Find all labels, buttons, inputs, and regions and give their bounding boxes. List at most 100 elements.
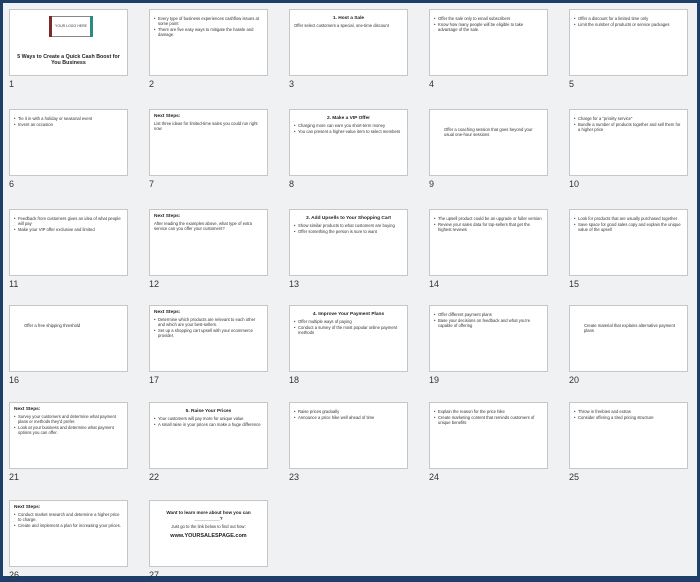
- slide-thumbnail[interactable]: YOUR LOGO HERE 5 Ways to Create a Quick C…: [9, 9, 128, 76]
- slide-thumbnail-cell[interactable]: Next Steps: After reading the examples ab…: [149, 209, 270, 291]
- slide-thumbnail[interactable]: Offer a coaching session that goes beyon…: [429, 109, 548, 176]
- slide-thumbnail-cell[interactable]: 1. Host a Sale Offer select customers a s…: [289, 9, 410, 91]
- slide-body: List three ideas for limited-time sales …: [154, 121, 263, 131]
- slide-thumbnail-cell[interactable]: Next Steps: Survey your customers and det…: [9, 402, 130, 484]
- slide-thumbnail-cell[interactable]: YOUR LOGO HERE 5 Ways to Create a Quick C…: [9, 9, 130, 91]
- slide-bullet: Offer something the person is sure to wa…: [294, 229, 403, 234]
- slide-bullet: Set up a shopping cart upsell with your …: [154, 328, 263, 338]
- slide-thumbnail[interactable]: Next Steps: List three ideas for limited-…: [149, 109, 268, 176]
- slide-number: 18: [289, 375, 300, 385]
- slide-thumbnail[interactable]: Tie it in with a holiday or seasonal eve…: [9, 109, 128, 176]
- slide-thumbnail-cell[interactable]: Charge for a "priority service"Bundle a …: [569, 109, 690, 191]
- slide-thumbnail-cell[interactable]: Offer a coaching session that goes beyon…: [429, 109, 550, 191]
- slide-thumbnail[interactable]: Every type of business experiences cashf…: [149, 9, 268, 76]
- slide-body: Offer a discount for a limited time only…: [574, 16, 683, 27]
- slide-thumbnail-cell[interactable]: Offer different payment plansBase your d…: [429, 305, 550, 387]
- slide-bullet: Offer a discount for a limited time only: [574, 16, 683, 21]
- slide-thumbnail[interactable]: 5. Raise Your Prices Your customers will …: [149, 402, 268, 469]
- slide-bullet: The upsell product could be an upgrade o…: [434, 216, 543, 221]
- slide-thumbnail-cell[interactable]: 2. Make a VIP Offer Charging more can ear…: [289, 109, 410, 191]
- slide-body: Show similar products to what customers …: [294, 223, 403, 234]
- slide-thumbnail-cell[interactable]: Explain the reason for the price hikeCre…: [429, 402, 550, 484]
- slide-subtext: Just go to the link below to find out ho…: [171, 524, 246, 529]
- slide-bullet: There are five easy ways to mitigate the…: [154, 27, 263, 37]
- slide-body: Explain the reason for the price hikeCre…: [434, 409, 543, 425]
- slide-body: Offer different payment plansBase your d…: [434, 312, 543, 328]
- sales-page-url: www.YOURSALESPAGE.com: [170, 533, 247, 539]
- slide-number: 10: [569, 179, 580, 189]
- slide-thumbnail-cell[interactable]: Next Steps: List three ideas for limited-…: [149, 109, 270, 191]
- slide-thumbnail[interactable]: Next Steps: Survey your customers and det…: [9, 402, 128, 469]
- slide-thumbnail-cell[interactable]: Next Steps: Conduct market research and d…: [9, 500, 130, 582]
- slide-thumbnail[interactable]: 3. Add Upsells to Your Shopping Cart Show…: [289, 209, 408, 276]
- slide-thumbnail[interactable]: Next Steps: Determine which products are …: [149, 305, 268, 372]
- cover-title: 5 Ways to Create a Quick Cash Boost for …: [17, 54, 120, 66]
- slide-thumbnail-cell[interactable]: Offer the sale only to email subscribers…: [429, 9, 550, 91]
- slide-bullet: Survey your customers and determine what…: [14, 414, 123, 424]
- slide-thumbnail[interactable]: Next Steps: Conduct market research and d…: [9, 500, 128, 567]
- slide-thumbnail[interactable]: Raise prices graduallyAnnounce a price h…: [289, 402, 408, 469]
- slide-bullet: Raise prices gradually: [294, 409, 403, 414]
- slide-number: 9: [429, 179, 435, 189]
- slide-bullet: Look for products that are usually purch…: [574, 216, 683, 221]
- slide-body: Offer the sale only to email subscribers…: [434, 16, 543, 32]
- slide-number: 4: [429, 79, 435, 89]
- slide-title: Next Steps:: [154, 114, 181, 119]
- slide-bullet: Review your sales data for top-sellers t…: [434, 222, 543, 232]
- slide-thumbnail-cell[interactable]: Look for products that are usually purch…: [569, 209, 690, 291]
- slide-thumbnail[interactable]: Explain the reason for the price hikeCre…: [429, 402, 548, 469]
- slide-thumbnail[interactable]: Charge for a "priority service"Bundle a …: [569, 109, 688, 176]
- slide-body: Conduct market research and determine a …: [14, 512, 123, 528]
- slide-thumbnail-cell[interactable]: The upsell product could be an upgrade o…: [429, 209, 550, 291]
- slide-bullet: Invent an occasion: [14, 122, 123, 127]
- slide-thumbnail[interactable]: Offer different payment plansBase your d…: [429, 305, 548, 372]
- slide-bullet: Announce a price hike well ahead of time: [294, 415, 403, 420]
- slide-bullet: Conduct market research and determine a …: [14, 512, 123, 522]
- slide-number: 17: [149, 375, 160, 385]
- slide-thumbnail[interactable]: Offer a free shipping threshold: [9, 305, 128, 372]
- slide-thumbnail[interactable]: Next Steps: After reading the examples ab…: [149, 209, 268, 276]
- slide-title: Next Steps:: [154, 214, 181, 219]
- slide-thumbnail-cell[interactable]: 5. Raise Your Prices Your customers will …: [149, 402, 270, 484]
- slide-thumbnail[interactable]: The upsell product could be an upgrade o…: [429, 209, 548, 276]
- slide-thumbnail-cell[interactable]: 3. Add Upsells to Your Shopping Cart Show…: [289, 209, 410, 291]
- slide-bullet: Consider offering a tired pricing struct…: [574, 415, 683, 420]
- slide-thumbnail-cell[interactable]: Feedback from customers gives an idea of…: [9, 209, 130, 291]
- slide-thumbnail[interactable]: Offer a discount for a limited time only…: [569, 9, 688, 76]
- slide-thumbnail-cell[interactable]: Create material that explains alternativ…: [569, 305, 690, 387]
- slide-thumbnail-cell[interactable]: Raise prices graduallyAnnounce a price h…: [289, 402, 410, 484]
- slide-thumbnail[interactable]: 2. Make a VIP Offer Charging more can ear…: [289, 109, 408, 176]
- slide-thumbnail-cell[interactable]: Tie it in with a holiday or seasonal eve…: [9, 109, 130, 191]
- slide-thumbnail[interactable]: Create material that explains alternativ…: [569, 305, 688, 372]
- slide-thumbnail-cell[interactable]: Next Steps: Determine which products are …: [149, 305, 270, 387]
- slide-thumbnail[interactable]: 1. Host a Sale Offer select customers a s…: [289, 9, 408, 76]
- slide-number: 6: [9, 179, 15, 189]
- slide-thumbnail-cell[interactable]: Offer a free shipping threshold 16: [9, 305, 130, 387]
- slide-number: 11: [9, 279, 19, 289]
- slide-bullet: Charging more can earn you short-term mo…: [294, 123, 403, 128]
- slide-thumbnail-cell[interactable]: Every type of business experiences cashf…: [149, 9, 270, 91]
- slide-body: Feedback from customers gives an idea of…: [14, 216, 123, 232]
- slide-thumbnail-cell[interactable]: 4. Improve Your Payment Plans Offer multi…: [289, 305, 410, 387]
- slide-thumbnail-cell[interactable]: Throw in freebies and extrasConsider off…: [569, 402, 690, 484]
- slide-bullet: Know how many people will be eligible to…: [434, 22, 543, 32]
- slide-thumbnail[interactable]: Throw in freebies and extrasConsider off…: [569, 402, 688, 469]
- slide-question: Want to learn more about how you can ___…: [166, 510, 251, 521]
- slide-body: Look for products that are usually purch…: [574, 216, 683, 232]
- slide-thumbnail[interactable]: Offer the sale only to email subscribers…: [429, 9, 548, 76]
- slide-thumbnail[interactable]: Want to learn more about how you can ___…: [149, 500, 268, 567]
- slide-number: 1: [9, 79, 15, 89]
- slide-thumbnail[interactable]: Look for products that are usually purch…: [569, 209, 688, 276]
- slide-bullet: Look at your business and determine what…: [14, 425, 123, 435]
- slide-thumbnail-cell[interactable]: Offer a discount for a limited time only…: [569, 9, 690, 91]
- slide-thumbnail-cell[interactable]: Want to learn more about how you can ___…: [149, 500, 270, 582]
- slide-thumbnail[interactable]: 4. Improve Your Payment Plans Offer multi…: [289, 305, 408, 372]
- slide-thumbnail[interactable]: Feedback from customers gives an idea of…: [9, 209, 128, 276]
- slide-number: 19: [429, 375, 440, 385]
- slide-bullet: Make your VIP offer exclusive and limite…: [14, 227, 123, 232]
- slide-bullet: Bundle a number of products together and…: [574, 122, 683, 132]
- slide-body: Determine which products are relevant to…: [154, 317, 263, 338]
- slide-bullet: Tie it in with a holiday or seasonal eve…: [14, 116, 123, 121]
- slide-bullet: Offer multiple ways of paying: [294, 319, 403, 324]
- slide-body: Offer a coaching session that goes beyon…: [434, 127, 543, 137]
